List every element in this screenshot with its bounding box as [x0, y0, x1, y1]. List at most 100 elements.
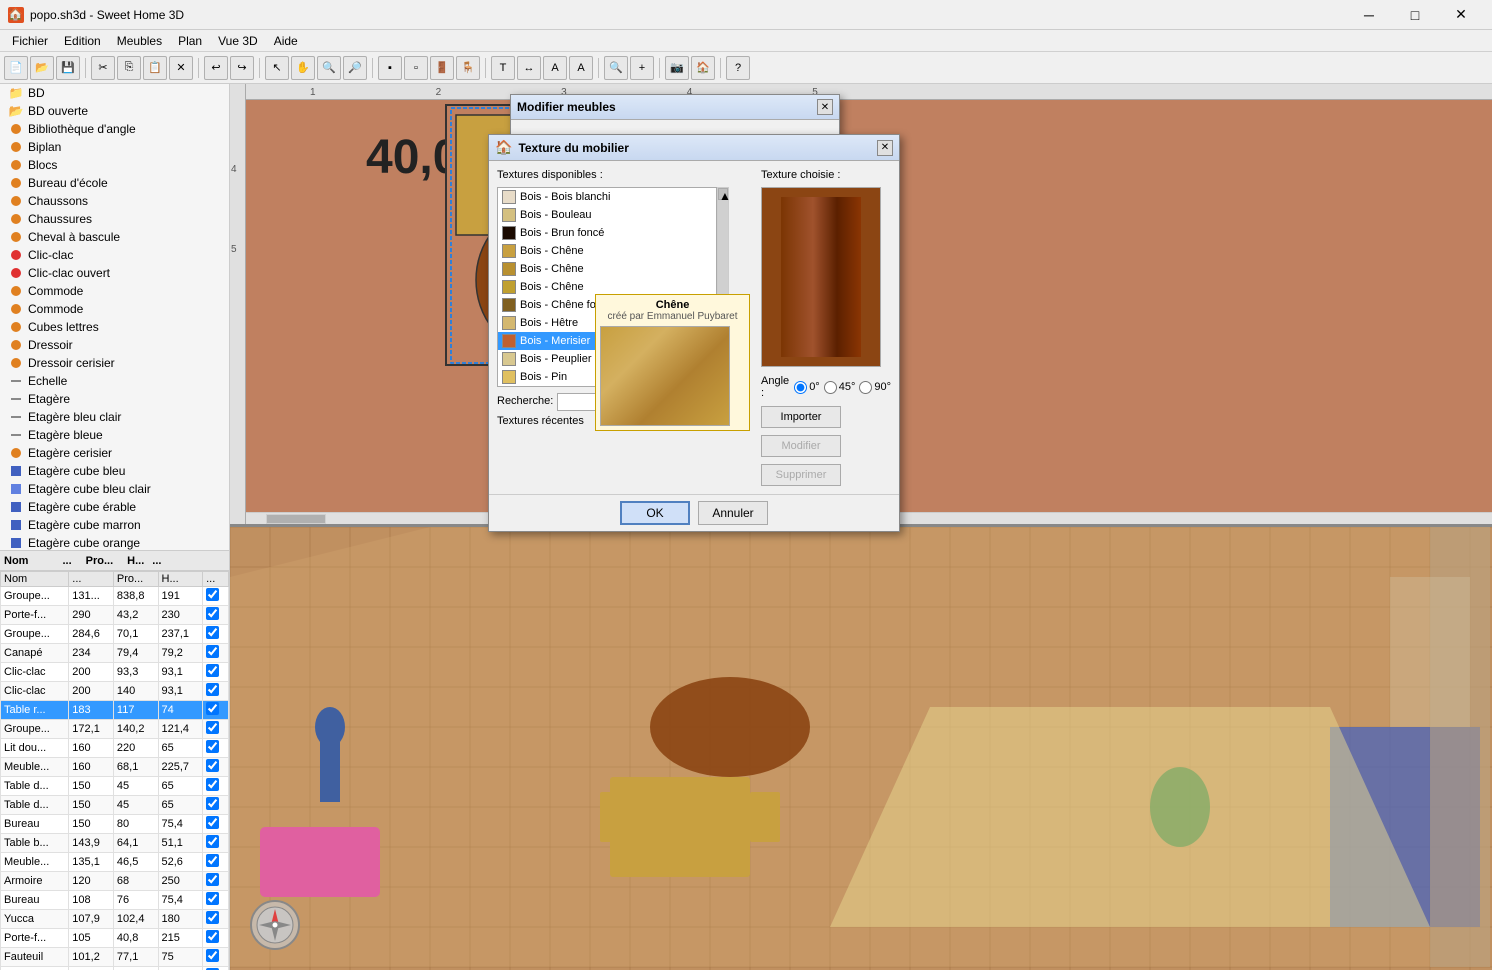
texture-item-chene1[interactable]: Bois - Chêne	[498, 242, 716, 260]
sidebar-item-biblio[interactable]: Bibliothèque d'angle	[0, 120, 229, 138]
texture-item-bouleau[interactable]: Bois - Bouleau	[498, 206, 716, 224]
sidebar-item-bureau-ecole[interactable]: Bureau d'école	[0, 174, 229, 192]
table-row[interactable]: Armoire 120 68 250	[1, 872, 229, 891]
row-checkbox[interactable]	[206, 854, 219, 867]
sidebar-item-etagere-cube-marron[interactable]: Etagère cube marron	[0, 516, 229, 534]
row-checkbox[interactable]	[206, 645, 219, 658]
scroll-down-btn[interactable]: ▼	[718, 374, 728, 386]
cell-check[interactable]	[203, 720, 229, 739]
sidebar-item-cheval[interactable]: Cheval à bascule	[0, 228, 229, 246]
cell-check[interactable]	[203, 682, 229, 701]
cell-check[interactable]	[203, 929, 229, 948]
table-row[interactable]: Table d... 150 45 65	[1, 796, 229, 815]
table-row[interactable]: Yucca 107,9 102,4 180	[1, 910, 229, 929]
table-row[interactable]: Fauteuil 101,2 77,1 75	[1, 948, 229, 967]
sidebar-item-commode2[interactable]: Commode	[0, 300, 229, 318]
tb-room[interactable]: ▫	[404, 56, 428, 80]
import-button[interactable]: Importer	[761, 406, 841, 428]
table-row[interactable]: Porte-f... 105 40,8 215	[1, 929, 229, 948]
cell-check[interactable]	[203, 948, 229, 967]
tb-zoomin2[interactable]: +	[630, 56, 654, 80]
table-row[interactable]: Groupe... 131... 838,8 191	[1, 587, 229, 606]
row-checkbox[interactable]	[206, 835, 219, 848]
cell-check[interactable]	[203, 739, 229, 758]
row-checkbox[interactable]	[206, 911, 219, 924]
tb-text[interactable]: T	[491, 56, 515, 80]
cell-check[interactable]	[203, 796, 229, 815]
menu-fichier[interactable]: Fichier	[4, 32, 56, 50]
texture-listbox[interactable]: Bois - Bois blanchi Bois - Bouleau Bois …	[497, 187, 717, 387]
sidebar-item-commode1[interactable]: Commode	[0, 282, 229, 300]
scroll-thumb[interactable]	[718, 200, 728, 360]
sidebar-item-etagere-cube-orange[interactable]: Etagère cube orange	[0, 534, 229, 550]
sidebar-item-echelle[interactable]: Echelle	[0, 372, 229, 390]
row-checkbox[interactable]	[206, 740, 219, 753]
row-checkbox[interactable]	[206, 607, 219, 620]
table-row[interactable]: Meuble... 160 68,1 225,7	[1, 758, 229, 777]
tb-new[interactable]: 📄	[4, 56, 28, 80]
sidebar-item-bd-ouverte[interactable]: 📂 BD ouverte	[0, 102, 229, 120]
angle-90-option[interactable]: 90°	[859, 381, 891, 394]
texture-search-input[interactable]	[557, 393, 677, 411]
sidebar-item-bd[interactable]: 📁 BD	[0, 84, 229, 102]
row-checkbox[interactable]	[206, 759, 219, 772]
cancel-button[interactable]: Annuler	[698, 501, 768, 525]
sidebar-item-etagere-cube-bleu[interactable]: Etagère cube bleu	[0, 462, 229, 480]
tb-pan[interactable]: ✋	[291, 56, 315, 80]
sidebar-item-cubes[interactable]: Cubes lettres	[0, 318, 229, 336]
sidebar-item-chaussures[interactable]: Chaussures	[0, 210, 229, 228]
sidebar-item-clic-clac[interactable]: Clic-clac	[0, 246, 229, 264]
tb-zoom-in[interactable]: 🔍	[317, 56, 341, 80]
table-row[interactable]: Table b... 143,9 64,1 51,1	[1, 834, 229, 853]
texture-item-chene3[interactable]: Bois - Chêne	[498, 278, 716, 296]
tb-furniture[interactable]: 🪑	[456, 56, 480, 80]
modifier-dialog-close[interactable]: ✕	[817, 99, 833, 115]
sidebar-item-etagere-cerisier[interactable]: Etagère cerisier	[0, 444, 229, 462]
sidebar-item-etagere-bleue[interactable]: Etagère bleue	[0, 426, 229, 444]
sidebar-item-etagere-bleu-clair[interactable]: Etagère bleu clair	[0, 408, 229, 426]
tb-help[interactable]: ?	[726, 56, 750, 80]
row-checkbox[interactable]	[206, 930, 219, 943]
tb-delete[interactable]: ✕	[169, 56, 193, 80]
cell-check[interactable]	[203, 606, 229, 625]
table-row[interactable]: Penderie 100 50 240	[1, 967, 229, 970]
sidebar-item-biplan[interactable]: Biplan	[0, 138, 229, 156]
tb-select[interactable]: ↖	[265, 56, 289, 80]
texture-item-pin[interactable]: Bois - Pin	[498, 368, 716, 386]
angle-0-radio[interactable]	[794, 381, 807, 394]
minimize-button[interactable]: ─	[1346, 0, 1392, 30]
texture-item-peuplier[interactable]: Bois - Peuplier	[498, 350, 716, 368]
table-row[interactable]: Groupe... 172,1 140,2 121,4	[1, 720, 229, 739]
table-row[interactable]: Table d... 150 45 65	[1, 777, 229, 796]
h-scrollbar-thumb[interactable]	[266, 514, 326, 524]
texture-item-chene-fonce[interactable]: Bois - Chêne foncé	[498, 296, 716, 314]
tb-label2[interactable]: A	[569, 56, 593, 80]
cell-check[interactable]	[203, 891, 229, 910]
tb-door[interactable]: 🚪	[430, 56, 454, 80]
maximize-button[interactable]: □	[1392, 0, 1438, 30]
angle-90-radio[interactable]	[859, 381, 872, 394]
ok-button[interactable]: OK	[620, 501, 690, 525]
cell-check[interactable]	[203, 587, 229, 606]
tb-photo[interactable]: 📷	[665, 56, 689, 80]
sidebar-item-etagere[interactable]: Etagère	[0, 390, 229, 408]
menu-meubles[interactable]: Meubles	[109, 32, 170, 50]
cell-check[interactable]	[203, 834, 229, 853]
menu-plan[interactable]: Plan	[170, 32, 210, 50]
row-checkbox[interactable]	[206, 873, 219, 886]
tb-copy[interactable]: ⎘	[117, 56, 141, 80]
sidebar-item-dressoir-cerisier[interactable]: Dressoir cerisier	[0, 354, 229, 372]
row-checkbox[interactable]	[206, 588, 219, 601]
table-row[interactable]: Bureau 150 80 75,4	[1, 815, 229, 834]
delete-button[interactable]: Supprimer	[761, 464, 841, 486]
row-checkbox[interactable]	[206, 626, 219, 639]
modify-button[interactable]: Modifier	[761, 435, 841, 457]
tb-dim[interactable]: ↔	[517, 56, 541, 80]
cell-check[interactable]	[203, 853, 229, 872]
texture-item-bois-blanchi[interactable]: Bois - Bois blanchi	[498, 188, 716, 206]
sidebar-item-etagere-cube-erable[interactable]: Etagère cube érable	[0, 498, 229, 516]
scroll-up-btn[interactable]: ▲	[718, 188, 728, 200]
tb-wall[interactable]: ▪	[378, 56, 402, 80]
angle-45-option[interactable]: 45°	[824, 381, 856, 394]
table-row[interactable]: Bureau 108 76 75,4	[1, 891, 229, 910]
